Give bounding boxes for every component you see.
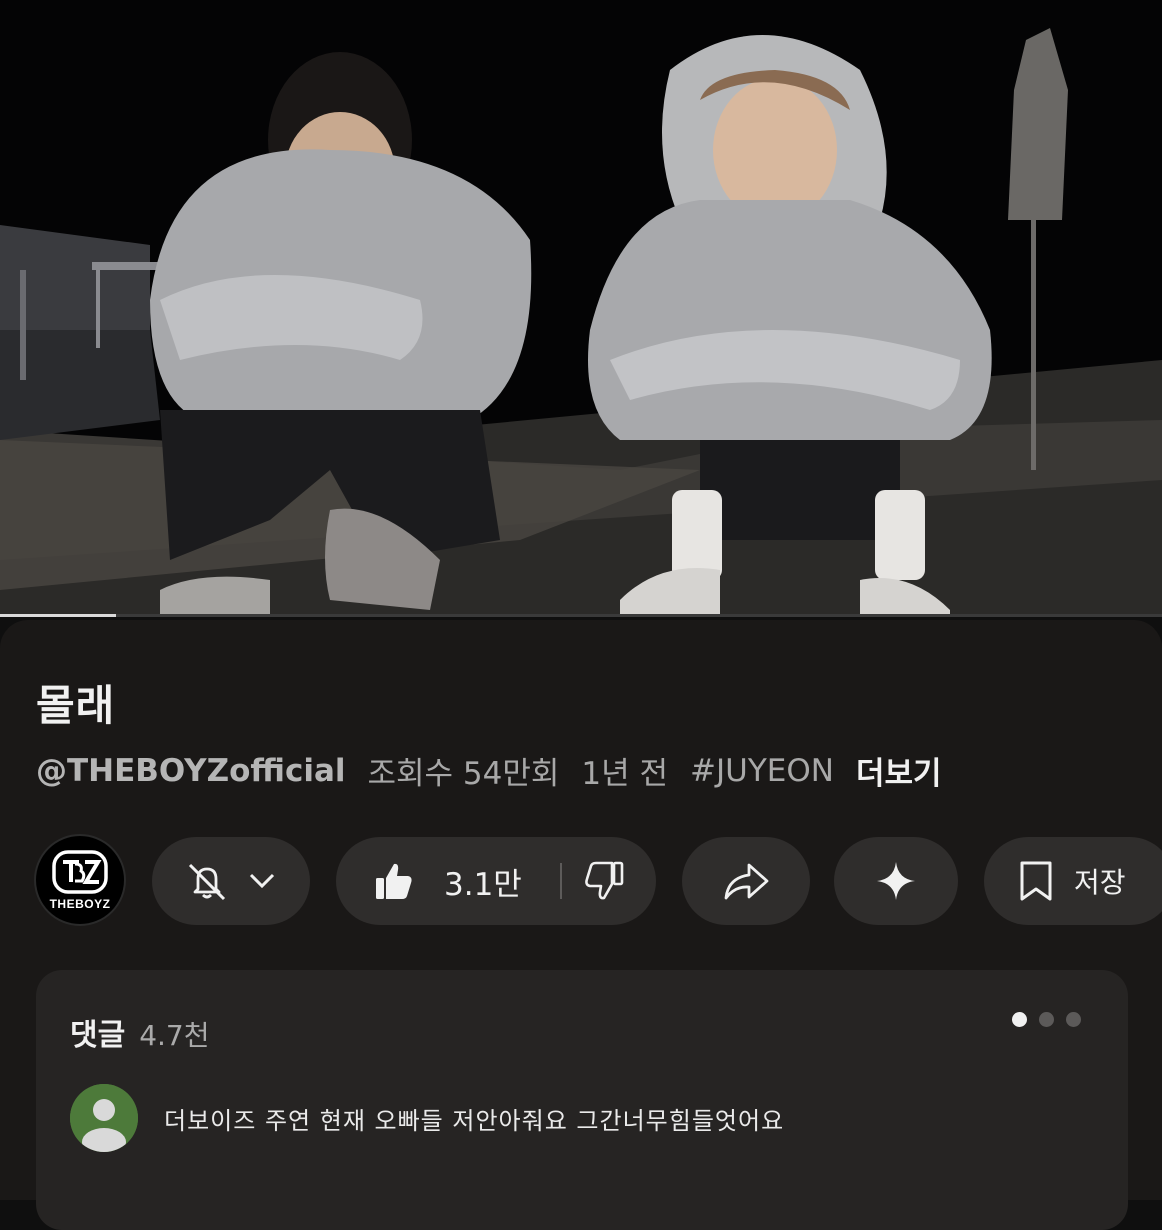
share-arrow-icon bbox=[724, 863, 769, 900]
thumbs-down-icon bbox=[585, 861, 624, 900]
carousel-dot-active bbox=[1012, 1012, 1027, 1027]
comments-count: 4.7천 bbox=[139, 1019, 210, 1052]
avatar-label: THEBOYZ bbox=[49, 897, 111, 911]
save-label: 저장 bbox=[1074, 866, 1126, 899]
like-dislike-group: 3.1만 bbox=[336, 837, 656, 925]
chevron-down-icon bbox=[249, 873, 275, 889]
action-row: THEBOYZ 3.1만 저장 bbox=[0, 834, 1162, 928]
sparkle-icon bbox=[877, 862, 915, 900]
channel-handle[interactable]: @THEBOYZofficial bbox=[36, 753, 346, 789]
theboyz-logo-icon bbox=[52, 850, 108, 894]
video-info-panel: 몰래 @THEBOYZofficial 조회수 54만회 1년 전 #JUYEO… bbox=[0, 620, 1162, 1230]
like-divider bbox=[560, 863, 562, 899]
progress-bar-fill bbox=[0, 614, 117, 617]
channel-avatar[interactable]: THEBOYZ bbox=[34, 834, 126, 926]
subscription-button[interactable] bbox=[152, 837, 310, 925]
carousel-dot bbox=[1039, 1012, 1054, 1027]
comments-card[interactable]: 댓글 4.7천 더보이즈 주연 현재 오빠들 저안아줘요 그간너무힘들엇어요 bbox=[36, 970, 1128, 1230]
carousel-dot bbox=[1066, 1012, 1081, 1027]
ask-ai-button[interactable] bbox=[834, 837, 958, 925]
comments-header: 댓글 4.7천 bbox=[70, 1010, 210, 1054]
like-button[interactable]: 3.1만 bbox=[372, 837, 522, 925]
hashtag-link[interactable]: #JUYEON bbox=[690, 753, 834, 789]
like-count: 3.1만 bbox=[444, 866, 522, 903]
video-frame bbox=[0, 0, 1162, 617]
upload-age: 1년 전 bbox=[581, 756, 669, 792]
comment-preview[interactable]: 더보이즈 주연 현재 오빠들 저안아줘요 그간너무힘들엇어요 bbox=[70, 1084, 784, 1152]
view-count: 조회수 54만회 bbox=[367, 756, 560, 792]
thumbs-up-icon bbox=[376, 863, 412, 899]
share-button[interactable] bbox=[682, 837, 810, 925]
carousel-dots bbox=[1012, 1012, 1081, 1027]
more-button[interactable]: 더보기 bbox=[856, 748, 942, 793]
comments-title: 댓글 bbox=[70, 1018, 126, 1053]
video-player[interactable] bbox=[0, 0, 1162, 617]
progress-bar[interactable] bbox=[0, 614, 1162, 617]
bell-off-icon bbox=[188, 863, 226, 901]
commenter-avatar bbox=[70, 1084, 138, 1152]
bookmark-icon bbox=[1020, 861, 1052, 901]
default-user-icon bbox=[70, 1084, 138, 1152]
comment-text: 더보이즈 주연 현재 오빠들 저안아줘요 그간너무힘들엇어요 bbox=[164, 1106, 785, 1135]
video-title[interactable]: 몰래 bbox=[36, 672, 115, 733]
video-metadata[interactable]: @THEBOYZofficial 조회수 54만회 1년 전 #JUYEON 더… bbox=[36, 748, 964, 793]
save-button[interactable]: 저장 bbox=[984, 837, 1162, 925]
dislike-button[interactable] bbox=[582, 859, 626, 907]
